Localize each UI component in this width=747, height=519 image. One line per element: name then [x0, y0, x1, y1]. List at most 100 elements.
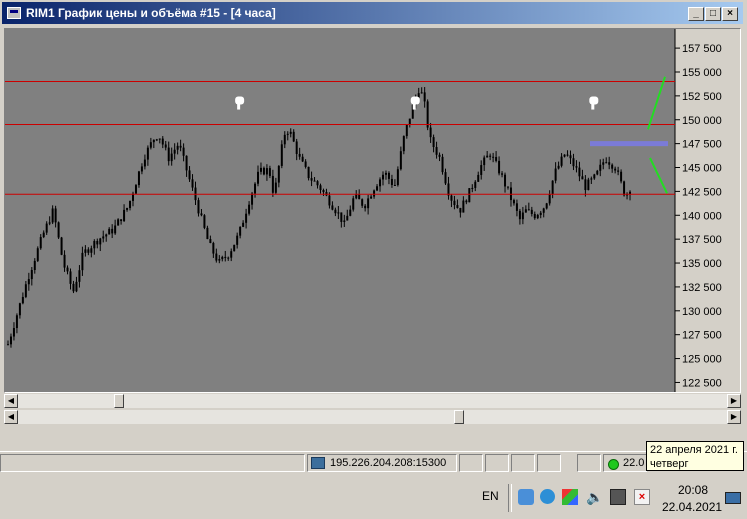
candle-body — [254, 183, 257, 194]
candle-body — [566, 154, 569, 156]
candle-body — [459, 207, 462, 213]
candle-body — [352, 198, 355, 210]
app-icon[interactable] — [7, 7, 21, 19]
candle-body — [289, 131, 292, 134]
candle-body — [268, 168, 271, 176]
candle — [117, 218, 120, 226]
candle-body — [361, 199, 364, 206]
candle-body — [117, 219, 120, 226]
candle-body — [39, 237, 42, 249]
candle — [134, 183, 137, 194]
candle-body — [126, 208, 129, 210]
candle-body — [123, 209, 126, 222]
candle-body — [45, 223, 48, 233]
candle-body — [379, 179, 382, 187]
candle-body — [483, 157, 486, 166]
candle-body — [420, 92, 423, 94]
scroll-right-arrow-icon[interactable]: ▶ — [727, 394, 741, 408]
candle-body — [66, 267, 69, 272]
scroll-thumb[interactable] — [114, 394, 124, 408]
candle-body — [75, 281, 78, 292]
candle-body — [188, 170, 191, 180]
candle-body — [140, 166, 143, 172]
candle-body — [495, 157, 498, 161]
candle-body — [277, 165, 280, 183]
candle-body — [108, 228, 111, 235]
minimize-button[interactable]: _ — [688, 7, 704, 21]
candle-body — [471, 187, 474, 189]
tray-expand-icon[interactable] — [508, 484, 512, 512]
candle-body — [504, 174, 507, 187]
candle-body — [102, 236, 105, 239]
candle-body — [24, 284, 27, 297]
candle-body — [143, 159, 146, 167]
candle — [441, 153, 444, 175]
candle-body — [426, 101, 429, 128]
tray-cube-icon[interactable] — [562, 489, 578, 505]
candle-body — [167, 147, 170, 162]
candle-body — [90, 248, 93, 253]
candle — [233, 244, 236, 252]
show-desktop-icon[interactable] — [725, 492, 741, 504]
candle-body — [63, 254, 66, 268]
candle-body — [456, 205, 459, 208]
maximize-button[interactable]: □ — [705, 7, 721, 21]
candle-body — [161, 138, 164, 145]
candle-body — [337, 212, 340, 214]
scroll-left-arrow-icon[interactable]: ◀ — [4, 394, 18, 408]
candle-body — [373, 190, 376, 197]
candle-body — [191, 179, 194, 188]
status-panel — [459, 454, 483, 472]
price-chart[interactable]: 157 500 155 000 152 500 150 000 147 500 145 0… — [5, 29, 740, 392]
candle-body — [259, 167, 262, 172]
scroll-left-arrow-icon[interactable]: ◀ — [4, 410, 18, 424]
candle-body — [530, 209, 533, 214]
candle-body — [158, 138, 161, 140]
candle-body — [176, 145, 179, 150]
scroll-thumb[interactable] — [454, 410, 464, 424]
candle — [36, 246, 39, 263]
language-indicator[interactable]: EN — [482, 489, 499, 503]
tray-skype-icon[interactable] — [540, 489, 555, 504]
scroll-right-arrow-icon[interactable]: ▶ — [727, 410, 741, 424]
candle-body — [93, 240, 96, 249]
chart-scrollbar-bottom[interactable]: ◀ ▶ — [4, 410, 741, 424]
candle-body — [602, 162, 605, 165]
close-button[interactable]: × — [722, 7, 738, 21]
candle-body — [173, 149, 176, 154]
candle — [468, 188, 471, 203]
security-alert-icon[interactable]: × — [634, 489, 650, 505]
y-tick-label: 145 000 — [682, 163, 722, 175]
network-tray-icon[interactable] — [610, 489, 626, 505]
candle-body — [560, 156, 563, 166]
candle-body — [524, 209, 527, 213]
candle-body — [96, 240, 99, 245]
candle-body — [224, 256, 227, 258]
candle-body — [48, 222, 51, 224]
tray-app-icon[interactable] — [518, 489, 534, 505]
candle-body — [605, 162, 608, 164]
candle-body — [396, 169, 399, 186]
candle-body — [515, 203, 518, 211]
candle-body — [551, 180, 554, 195]
y-tick-label: 135 000 — [682, 258, 722, 270]
candle-body — [340, 212, 343, 222]
candle — [396, 166, 399, 187]
candle-body — [242, 222, 245, 227]
candle-body — [200, 213, 203, 216]
title-bar[interactable]: RIM1 График цены и объёма #15 - [4 часа]… — [2, 2, 743, 24]
chart-scrollbar-top[interactable]: ◀ ▶ — [4, 394, 741, 408]
status-bar: 195.226.204.208:15300 22.0 — [0, 451, 747, 474]
candle-body — [111, 228, 114, 234]
candle-body — [9, 336, 12, 345]
clock-time[interactable]: 20:08 — [678, 483, 708, 497]
candle-body — [548, 194, 551, 204]
y-tick-label: 127 500 — [682, 330, 722, 342]
candle-body — [36, 248, 39, 261]
candle-body — [60, 237, 63, 255]
volume-icon[interactable]: 🔈 — [586, 489, 603, 505]
candle-body — [57, 222, 60, 238]
candle-body — [129, 200, 132, 209]
clock-date[interactable]: 22.04.2021 — [662, 500, 722, 514]
candle-body — [521, 212, 524, 220]
